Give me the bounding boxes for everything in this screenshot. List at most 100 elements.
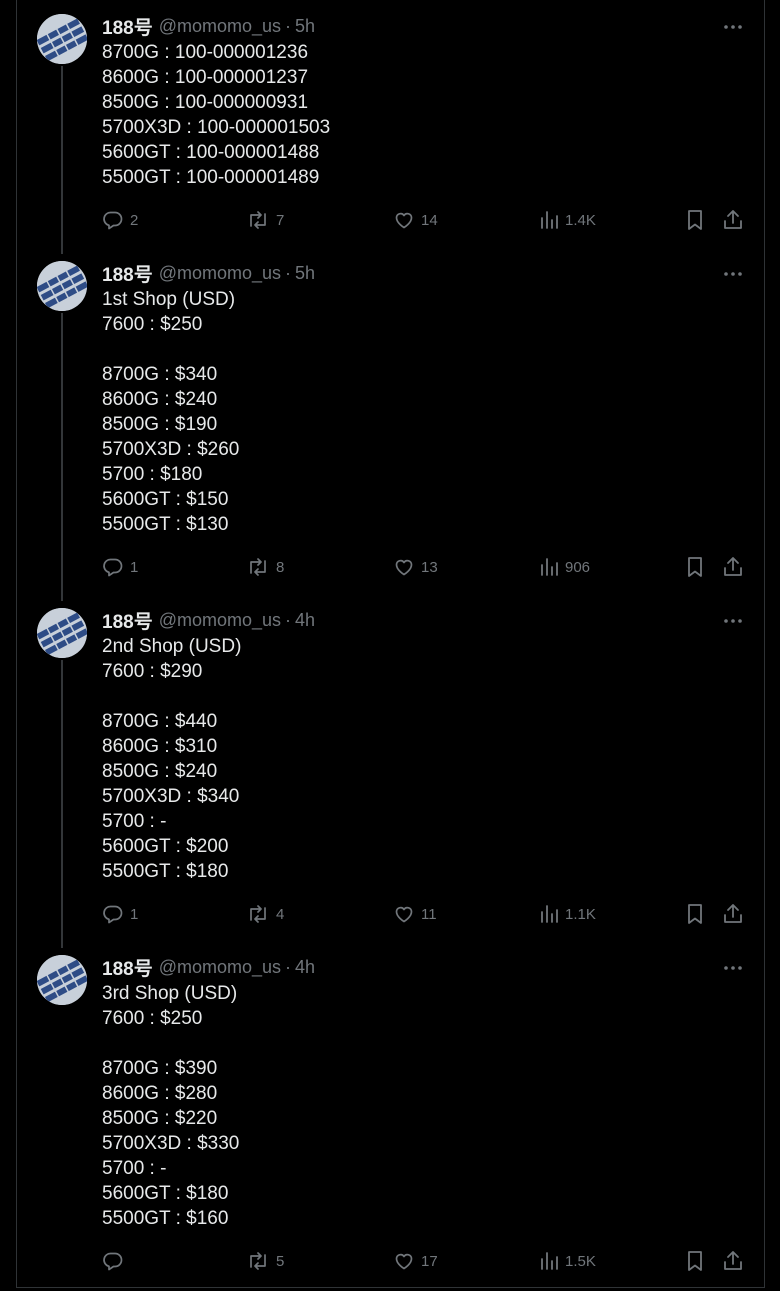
share-icon[interactable]: [722, 902, 744, 926]
reply-icon: [103, 558, 123, 577]
display-name[interactable]: 188号: [102, 607, 153, 634]
share-icon[interactable]: [722, 1249, 744, 1273]
tweet-line: 8700G : $390: [102, 1058, 218, 1079]
tweet-line: 5600GT : $200: [102, 836, 229, 857]
views-icon: [541, 905, 558, 923]
reply-button[interactable]: 1: [102, 901, 138, 927]
display-name[interactable]: 188号: [102, 260, 153, 287]
tweet-actions: 1 8 13 906: [102, 554, 662, 580]
repost-icon: [250, 558, 266, 576]
tweet-line: 8600G : $280: [102, 1083, 218, 1104]
tweet-text: 1st Shop (USD) 7600 : $250 8700G : $340 …: [102, 287, 239, 537]
repost-button[interactable]: 7: [246, 207, 284, 233]
tweet-line: 5700 : $180: [102, 464, 203, 485]
tweet-line: [102, 684, 241, 709]
tweet-line: 5500GT : $130: [102, 514, 229, 535]
views-button[interactable]: 1.5K: [539, 1248, 596, 1274]
repost-button[interactable]: 4: [246, 901, 284, 927]
tweet-text: 8700G : 100-000001236 8600G : 100-000001…: [102, 40, 330, 190]
user-handle[interactable]: @momomo_us: [159, 263, 281, 284]
like-count: 13: [421, 558, 438, 576]
tweet-line: [102, 1031, 239, 1056]
repost-button[interactable]: 8: [246, 554, 284, 580]
timestamp[interactable]: 5h: [295, 16, 315, 37]
tweet-line: 8600G : 100-000001237: [102, 67, 309, 88]
like-icon: [395, 559, 413, 576]
timestamp[interactable]: 5h: [295, 263, 315, 284]
repost-button[interactable]: 5: [246, 1248, 284, 1274]
tweet-line: 5500GT : $180: [102, 861, 229, 882]
more-icon[interactable]: [722, 961, 744, 975]
more-icon[interactable]: [722, 267, 744, 281]
views-count: 1.5K: [565, 1252, 596, 1270]
reply-icon: [103, 211, 123, 230]
avatar[interactable]: [37, 261, 87, 311]
tweet-line: 8700G : $340: [102, 364, 218, 385]
like-count: 17: [421, 1252, 438, 1270]
tweet-line: 5600GT : $150: [102, 489, 229, 510]
tweet-line: 5700X3D : $330: [102, 1133, 240, 1154]
views-icon: [541, 211, 558, 229]
tweet-line: 1st Shop (USD): [102, 289, 236, 310]
bookmark-icon[interactable]: [684, 208, 706, 232]
like-button[interactable]: 11: [393, 901, 437, 927]
user-handle[interactable]: @momomo_us: [159, 610, 281, 631]
tweet[interactable]: 188号 @momomo_us · 4h 2nd Shop (USD) 7600…: [17, 594, 764, 941]
share-icon[interactable]: [722, 208, 744, 232]
timestamp[interactable]: 4h: [295, 957, 315, 978]
tweet-line: 5700 : -: [102, 1158, 167, 1179]
reply-button[interactable]: 2: [102, 207, 138, 233]
tweet-line: 3rd Shop (USD): [102, 983, 238, 1004]
more-icon[interactable]: [722, 614, 744, 628]
tweet[interactable]: 188号 @momomo_us · 4h 3rd Shop (USD) 7600…: [17, 941, 764, 1288]
avatar[interactable]: [37, 955, 87, 1005]
like-count: 14: [421, 211, 438, 229]
tweet-header: 188号 @momomo_us · 4h: [102, 607, 315, 634]
views-icon: [541, 558, 558, 576]
tweet-actions: 2 7 14 1.4K: [102, 207, 662, 233]
repost-icon: [250, 211, 266, 229]
more-icon[interactable]: [722, 20, 744, 34]
views-count: 1.1K: [565, 905, 596, 923]
avatar[interactable]: [37, 14, 87, 64]
display-name[interactable]: 188号: [102, 954, 153, 981]
tweet-line: 5500GT : $160: [102, 1208, 229, 1229]
tweet-line: 2nd Shop (USD): [102, 636, 242, 657]
like-icon: [395, 906, 413, 923]
like-button[interactable]: 17: [393, 1248, 438, 1274]
avatar[interactable]: [37, 608, 87, 658]
views-button[interactable]: 1.4K: [539, 207, 596, 233]
separator-dot: ·: [285, 956, 292, 977]
reply-count: 1: [130, 905, 139, 923]
views-button[interactable]: 1.1K: [539, 901, 596, 927]
tweet[interactable]: 188号 @momomo_us · 5h 1st Shop (USD) 7600…: [17, 247, 764, 594]
user-handle[interactable]: @momomo_us: [159, 16, 281, 37]
like-button[interactable]: 13: [393, 554, 438, 580]
separator-dot: ·: [285, 262, 292, 283]
display-name[interactable]: 188号: [102, 13, 153, 40]
tweet-line: 8700G : $440: [102, 711, 218, 732]
tweet-line: 8500G : 100-000000931: [102, 92, 309, 113]
reply-button[interactable]: [102, 1248, 130, 1274]
timestamp[interactable]: 4h: [295, 610, 315, 631]
views-count: 1.4K: [565, 211, 596, 229]
tweet-line: 8500G : $190: [102, 414, 218, 435]
share-icon[interactable]: [722, 555, 744, 579]
tweet-line: 8500G : $240: [102, 761, 218, 782]
tweet[interactable]: 188号 @momomo_us · 5h 8700G : 100-0000012…: [17, 0, 764, 247]
tweet-line: [102, 337, 239, 362]
repost-count: 5: [276, 1252, 285, 1270]
tweet-line: 5700 : -: [102, 811, 167, 832]
user-handle[interactable]: @momomo_us: [159, 957, 281, 978]
like-button[interactable]: 14: [393, 207, 438, 233]
views-button[interactable]: 906: [539, 554, 590, 580]
tweet-actions: 1 4 11 1.1K: [102, 901, 662, 927]
bookmark-icon[interactable]: [684, 555, 706, 579]
bookmark-icon[interactable]: [684, 1249, 706, 1273]
tweet-line: 7600 : $250: [102, 314, 203, 335]
reply-button[interactable]: 1: [102, 554, 138, 580]
bookmark-icon[interactable]: [684, 902, 706, 926]
tweet-line: 8600G : $240: [102, 389, 218, 410]
tweet-header: 188号 @momomo_us · 5h: [102, 260, 315, 287]
reply-count: 1: [130, 558, 139, 576]
